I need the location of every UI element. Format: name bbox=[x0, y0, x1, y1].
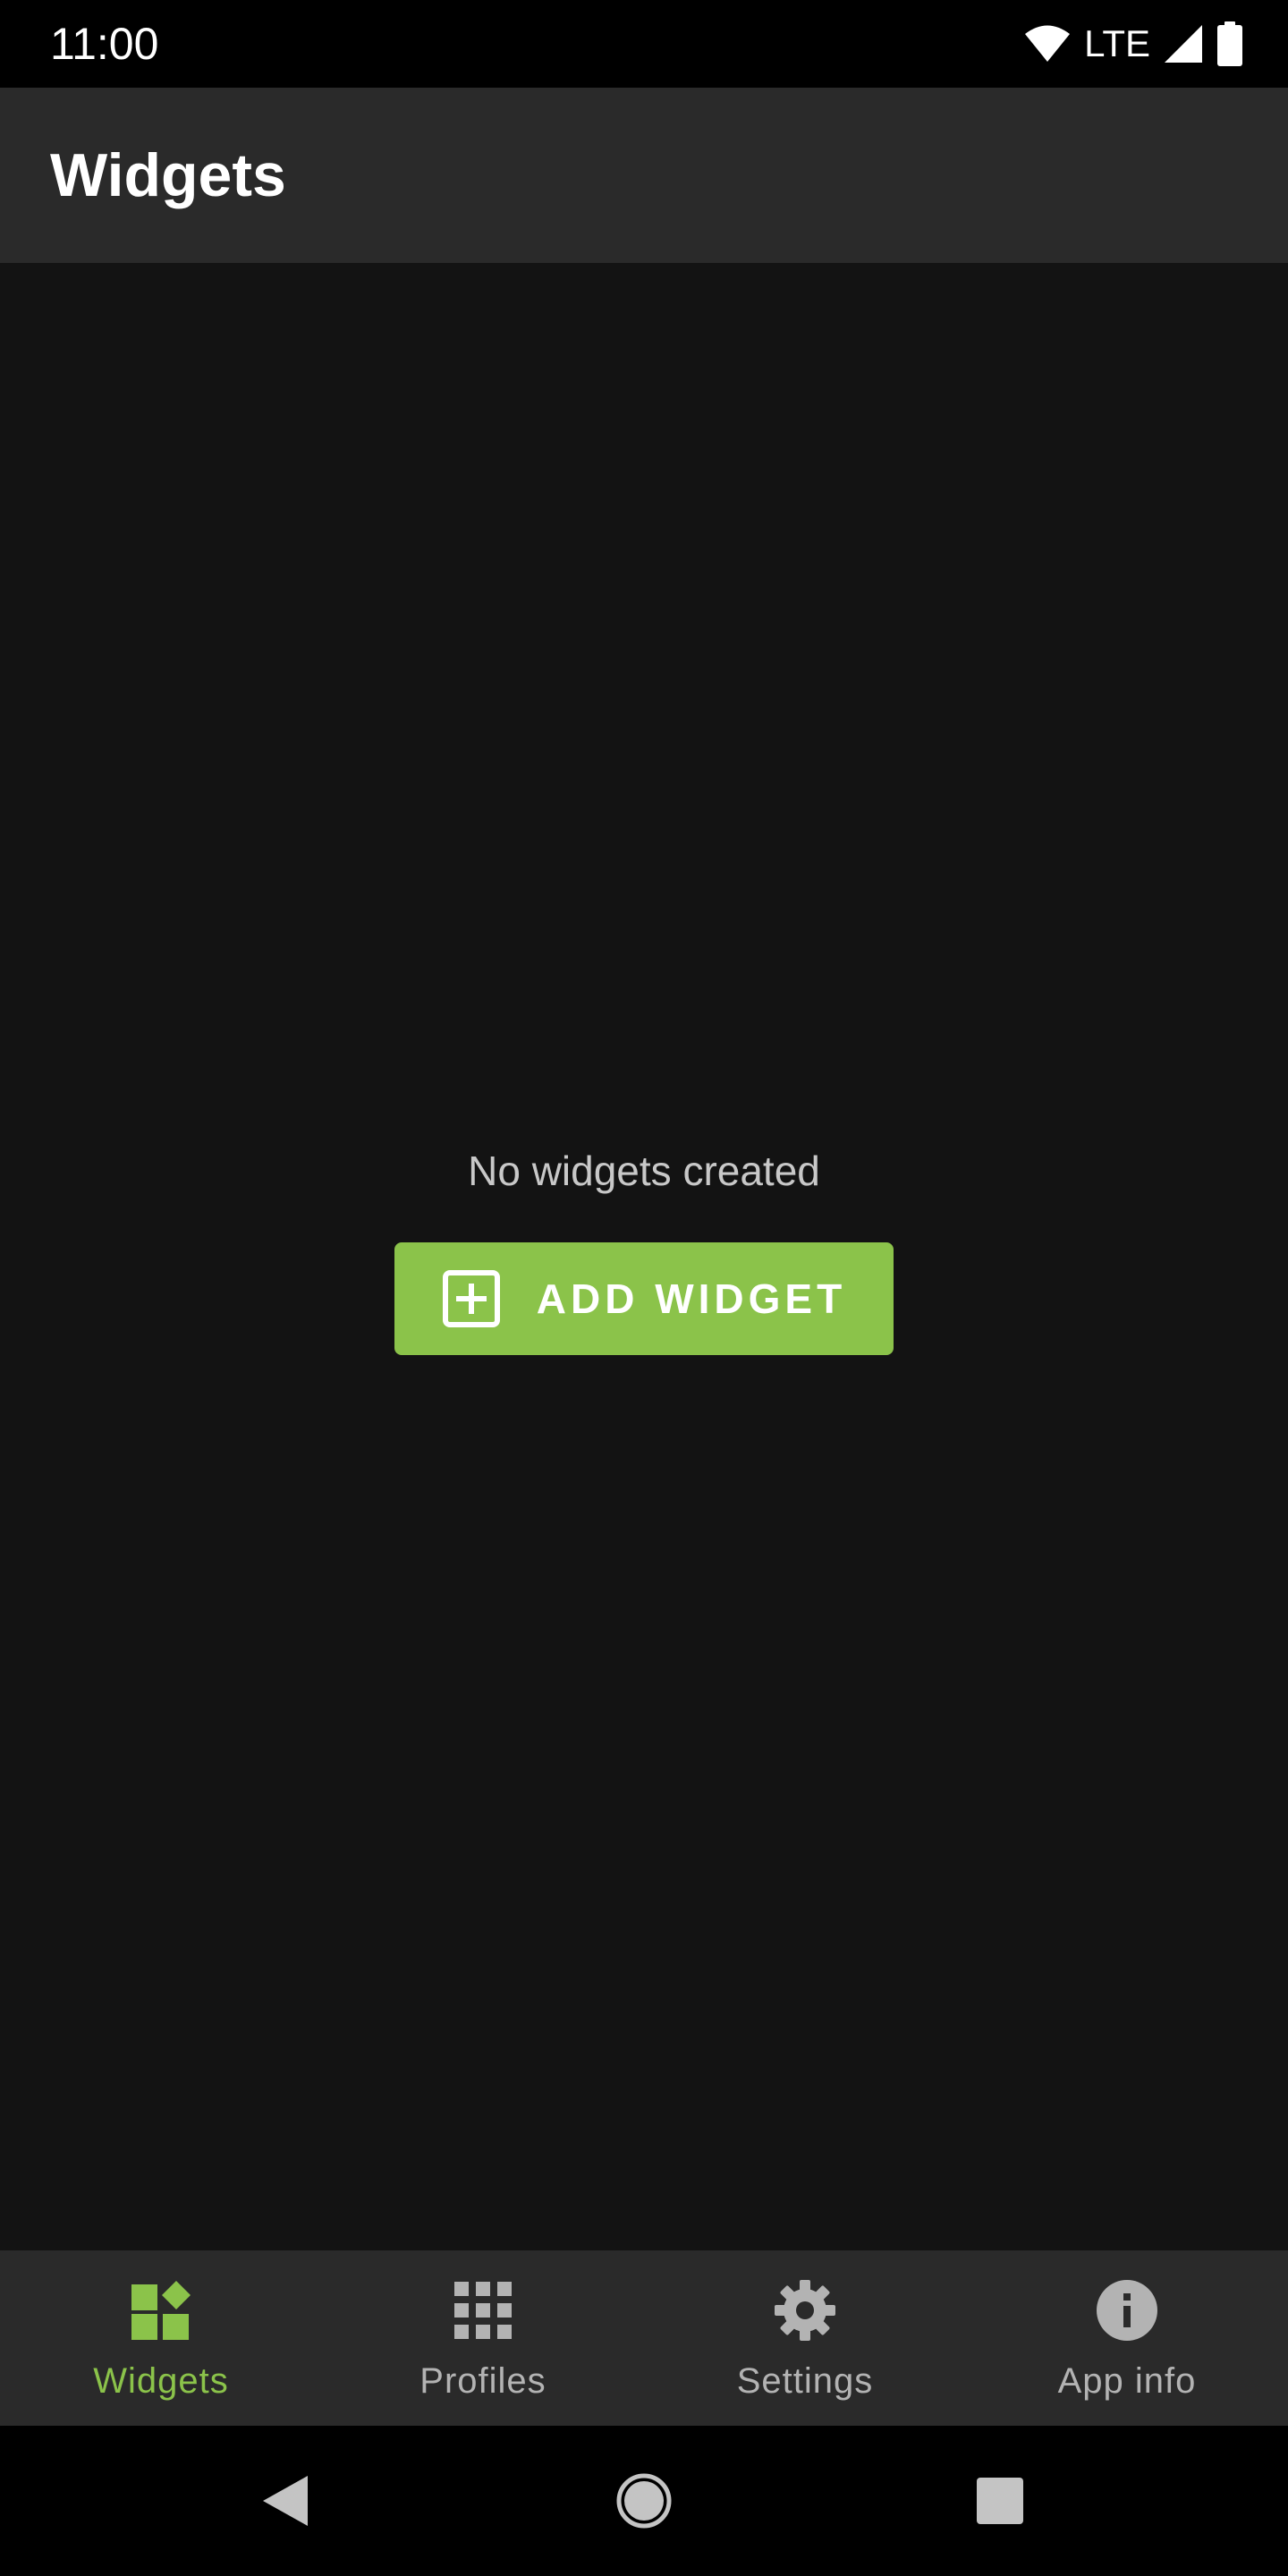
app-bar: Widgets bbox=[0, 88, 1288, 263]
widgets-icon bbox=[131, 2281, 191, 2340]
signal-icon bbox=[1165, 25, 1202, 63]
battery-icon bbox=[1217, 21, 1242, 66]
home-icon[interactable] bbox=[596, 2453, 692, 2549]
bottom-navigation: Widgets Profiles Settings App info bbox=[0, 2250, 1288, 2426]
add-widget-label: ADD WIDGET bbox=[536, 1275, 847, 1322]
status-bar: 11:00 LTE bbox=[0, 0, 1288, 88]
add-box-icon bbox=[442, 1270, 500, 1327]
network-type-label: LTE bbox=[1084, 22, 1150, 64]
wifi-icon bbox=[1025, 25, 1071, 62]
nav-label-widgets: Widgets bbox=[93, 2361, 229, 2401]
nav-label-profiles: Profiles bbox=[419, 2361, 547, 2401]
nav-item-profiles[interactable]: Profiles bbox=[322, 2250, 644, 2426]
nav-label-app-info: App info bbox=[1057, 2361, 1197, 2401]
status-icons: LTE bbox=[1023, 20, 1243, 68]
screen: 11:00 LTE Widgets No widgets created ADD… bbox=[0, 0, 1288, 2576]
nav-item-widgets[interactable]: Widgets bbox=[0, 2250, 322, 2426]
page-title: Widgets bbox=[50, 141, 286, 209]
system-navigation-bar bbox=[0, 2426, 1288, 2576]
gear-icon bbox=[775, 2280, 835, 2341]
recents-icon[interactable] bbox=[952, 2453, 1048, 2549]
info-icon bbox=[1097, 2280, 1157, 2341]
add-widget-button[interactable]: ADD WIDGET bbox=[394, 1242, 894, 1355]
nav-label-settings: Settings bbox=[736, 2361, 874, 2401]
nav-item-settings[interactable]: Settings bbox=[644, 2250, 966, 2426]
back-icon[interactable] bbox=[236, 2453, 333, 2549]
empty-state-message: No widgets created bbox=[468, 1148, 820, 1194]
nav-item-app-info[interactable]: App info bbox=[966, 2250, 1288, 2426]
apps-grid-icon bbox=[454, 2282, 512, 2339]
status-time: 11:00 bbox=[50, 19, 159, 69]
